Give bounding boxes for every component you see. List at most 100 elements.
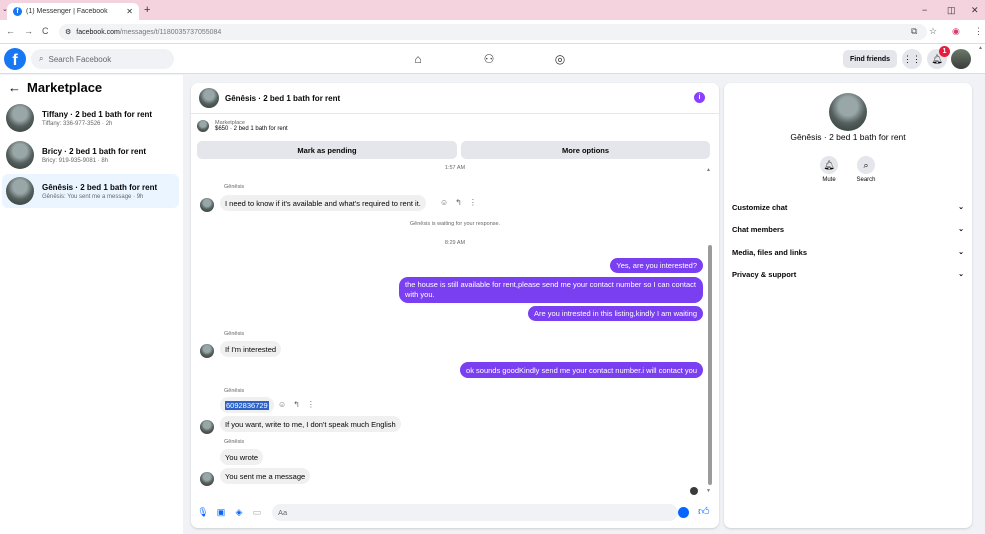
outgoing-message[interactable]: ok sounds goodKindly send me your contac… bbox=[460, 362, 703, 378]
listing-thumbnail bbox=[6, 177, 34, 205]
back-arrow-icon[interactable]: ← bbox=[8, 80, 21, 95]
site-info-icon[interactable]: ⚙ bbox=[65, 28, 71, 36]
section-chat-members[interactable]: Chat members ⌄ bbox=[732, 225, 964, 234]
incoming-message[interactable]: I need to know if it's available and wha… bbox=[220, 195, 426, 211]
conversation-name: Gênêsis · 2 bed 1 bath for rent bbox=[42, 182, 158, 192]
selected-phone-text[interactable]: 6092836729 bbox=[225, 400, 269, 410]
tab-close-icon[interactable]: ✕ bbox=[126, 7, 133, 16]
bookmark-star-icon[interactable]: ☆ bbox=[929, 26, 937, 37]
reply-icon[interactable]: ↰ bbox=[293, 400, 300, 409]
conversation-name: Tiffany · 2 bed 1 bath for rent bbox=[42, 109, 153, 119]
timestamp: 8:29 AM bbox=[444, 240, 466, 246]
outgoing-message[interactable]: the house is still available for rent,pl… bbox=[399, 277, 703, 303]
address-bar-row: ← → C ⚙ facebook.com/messages/t/11800357… bbox=[0, 20, 985, 44]
react-icon[interactable]: ☺ bbox=[440, 198, 448, 207]
conversation-item-genesis[interactable]: Gênêsis · 2 bed 1 bath for rent Gênêsis:… bbox=[2, 174, 179, 208]
photo-icon[interactable]: ▣ bbox=[215, 506, 227, 518]
url-field[interactable]: ⚙ facebook.com/messages/t/11800357370550… bbox=[59, 24, 927, 40]
scroll-down-arrow-icon[interactable]: ▼ bbox=[706, 488, 711, 494]
outgoing-message[interactable]: Are you intrested in this listing,kindly… bbox=[528, 306, 703, 321]
microphone-icon[interactable]: 🎙︎ bbox=[197, 506, 209, 518]
listing-avatar[interactable] bbox=[829, 93, 867, 131]
more-options-button[interactable]: More options bbox=[461, 141, 710, 159]
search-icon: ⌕ bbox=[857, 156, 875, 174]
incoming-message-phone[interactable]: 6092836729 bbox=[220, 397, 274, 413]
section-customize-chat[interactable]: Customize chat ⌄ bbox=[732, 203, 964, 212]
tab-title: (1) Messenger | Facebook bbox=[26, 8, 108, 15]
search-action[interactable]: ⌕ Search bbox=[849, 156, 883, 183]
conversation-item-tiffany[interactable]: Tiffany · 2 bed 1 bath for rent Tiffany:… bbox=[2, 101, 179, 135]
gif-icon[interactable]: ▭ bbox=[251, 506, 263, 518]
mute-action[interactable]: 🔔︎ Mute bbox=[812, 156, 846, 183]
emoji-icon[interactable] bbox=[678, 507, 689, 518]
section-label: Customize chat bbox=[732, 203, 788, 212]
section-privacy-support[interactable]: Privacy & support ⌄ bbox=[732, 270, 964, 279]
mark-as-pending-button[interactable]: Mark as pending bbox=[197, 141, 457, 159]
section-media-files-links[interactable]: Media, files and links ⌄ bbox=[732, 248, 964, 257]
chat-title[interactable]: Gênêsis · 2 bed 1 bath for rent bbox=[225, 94, 340, 103]
listing-thumbnail bbox=[6, 104, 34, 132]
sidebar-title-text: Marketplace bbox=[27, 80, 103, 95]
groups-icon[interactable]: ◎ bbox=[551, 50, 569, 68]
mute-label: Mute bbox=[822, 177, 836, 183]
sender-avatar[interactable] bbox=[200, 472, 214, 486]
facebook-favicon-icon: f bbox=[13, 7, 22, 16]
search-placeholder: Search Facebook bbox=[48, 54, 112, 64]
browser-tabbar: ⌄ f (1) Messenger | Facebook ✕ + − ◫ ✕ bbox=[0, 0, 985, 20]
browser-menu-icon[interactable]: ⋮ bbox=[974, 26, 983, 37]
cast-icon[interactable]: ⧉ bbox=[911, 26, 917, 37]
scroll-up-arrow-icon[interactable]: ▲ bbox=[706, 167, 711, 173]
forward-button[interactable]: → bbox=[24, 26, 33, 36]
reply-icon[interactable]: ↰ bbox=[455, 198, 462, 207]
react-icon[interactable]: ☺ bbox=[278, 400, 286, 409]
search-icon: ⌕ bbox=[39, 54, 44, 63]
chat-avatar[interactable] bbox=[199, 88, 219, 108]
chat-scrollbar[interactable] bbox=[708, 245, 712, 485]
incoming-message[interactable]: You sent me a message bbox=[220, 468, 311, 484]
sender-avatar[interactable] bbox=[200, 344, 214, 358]
like-thumb-icon[interactable]: 👍︎ bbox=[698, 505, 710, 518]
chat-panel: Gênêsis · 2 bed 1 bath for rent i Market… bbox=[191, 83, 719, 528]
profile-icon[interactable]: ◉ bbox=[952, 26, 960, 37]
sender-avatar[interactable] bbox=[200, 420, 214, 434]
facebook-logo-icon[interactable]: f bbox=[4, 48, 26, 70]
message-actions: ☺ ↰ ⋮ bbox=[278, 400, 315, 409]
conversation-item-bricy[interactable]: Bricy · 2 bed 1 bath for rent Bricy: 919… bbox=[2, 138, 179, 172]
more-icon[interactable]: ⋮ bbox=[307, 400, 315, 409]
back-button[interactable]: ← bbox=[6, 26, 15, 36]
home-icon[interactable]: ⌂ bbox=[409, 50, 427, 68]
section-label: Privacy & support bbox=[732, 270, 797, 279]
friends-icon[interactable]: ⚇ bbox=[480, 50, 498, 68]
menu-grid-icon[interactable]: ⋮⋮ bbox=[902, 49, 922, 69]
outgoing-message[interactable]: Yes, are you interested? bbox=[610, 258, 703, 273]
close-window-button[interactable]: ✕ bbox=[971, 5, 979, 16]
restore-button[interactable]: ◫ bbox=[947, 5, 956, 16]
new-tab-button[interactable]: + bbox=[144, 4, 150, 16]
chevron-down-icon: ⌄ bbox=[958, 204, 964, 211]
chevron-down-icon: ⌄ bbox=[958, 226, 964, 233]
incoming-message[interactable]: If I'm interested bbox=[220, 341, 282, 357]
minimize-button[interactable]: − bbox=[922, 5, 927, 15]
search-label: Search bbox=[856, 177, 876, 183]
search-input[interactable]: ⌕ Search Facebook bbox=[31, 49, 174, 69]
listing-summary[interactable]: Marketplace $650 · 2 bed 1 bath for rent bbox=[197, 120, 288, 132]
conversation-preview: Gênêsis: You sent me a message · 9h bbox=[42, 193, 144, 200]
message-input[interactable]: Aa bbox=[272, 504, 678, 521]
message-list: 1:57 AM Gênêsis I need to know if it's a… bbox=[191, 164, 719, 497]
chevron-down-icon: ⌄ bbox=[958, 271, 964, 278]
sender-avatar[interactable] bbox=[200, 198, 214, 212]
sticker-icon[interactable]: ◈ bbox=[233, 506, 245, 518]
info-icon[interactable]: i bbox=[694, 92, 705, 103]
reload-button[interactable]: C bbox=[42, 26, 49, 36]
more-icon[interactable]: ⋮ bbox=[469, 198, 477, 207]
url-domain: facebook.com bbox=[76, 28, 120, 36]
incoming-message[interactable]: If you want, write to me, I don't speak … bbox=[220, 416, 401, 432]
page-scroll-arrow-icon[interactable]: ▲ bbox=[978, 45, 983, 51]
account-avatar[interactable] bbox=[951, 49, 971, 69]
bell-icon: 🔔︎ bbox=[820, 156, 838, 174]
incoming-message[interactable]: You wrote bbox=[220, 449, 264, 465]
message-composer: 🎙︎ ▣ ◈ ▭ Aa 👍︎ bbox=[191, 503, 719, 523]
chat-header: Gênêsis · 2 bed 1 bath for rent bbox=[191, 83, 719, 114]
browser-tab[interactable]: f (1) Messenger | Facebook ✕ bbox=[7, 3, 139, 20]
find-friends-button[interactable]: Find friends bbox=[843, 50, 897, 68]
